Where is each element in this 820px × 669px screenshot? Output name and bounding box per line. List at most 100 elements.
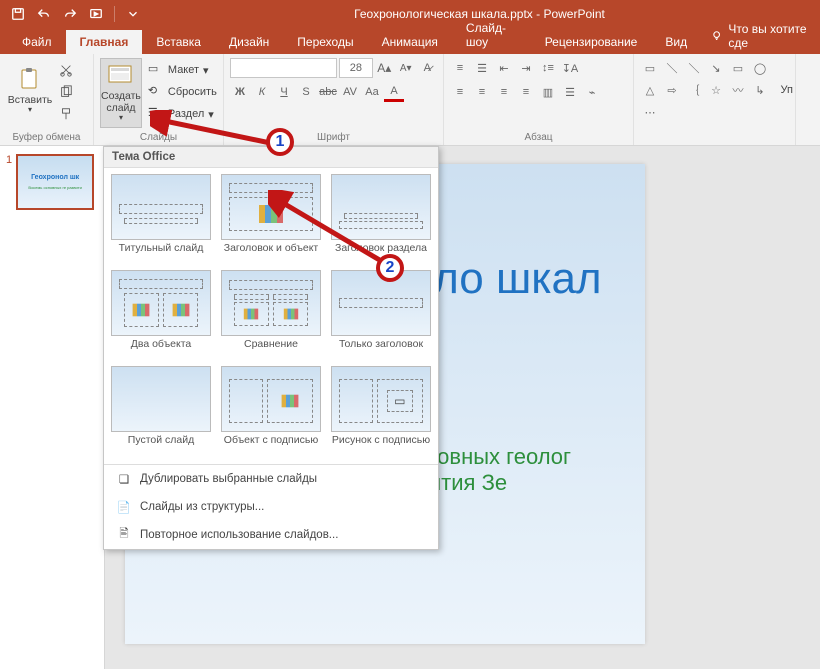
layout-title-and-content[interactable]: Заголовок и объект <box>218 174 324 266</box>
paste-button[interactable]: Вставить ▾ <box>6 58 54 124</box>
layout-picture-with-caption[interactable]: ▭ Рисунок с подписью <box>328 366 434 458</box>
columns-icon[interactable]: ▥ <box>538 82 558 102</box>
clear-formatting-icon[interactable]: A̷ <box>418 58 438 78</box>
align-right-icon[interactable]: ≡ <box>494 82 514 102</box>
group-font: 28 A▴ A▾ A̷ Ж К Ч S abc AV Aa A Шрифт <box>224 54 444 145</box>
justify-icon[interactable]: ≡ <box>516 82 536 102</box>
reuse-slides-item[interactable]: 🖹Повторное использование слайдов... <box>104 521 438 549</box>
section-button[interactable]: ☰Раздел▾ <box>144 104 221 124</box>
shape-brace-icon[interactable]: ｛ <box>684 80 704 100</box>
redo-icon[interactable] <box>58 3 82 25</box>
shape-triangle-icon[interactable]: △ <box>640 80 660 100</box>
ribbon: Вставить ▾ Буфер обмена Создать слайд ▾ … <box>0 54 820 146</box>
new-slide-icon <box>106 63 136 89</box>
tab-view[interactable]: Вид <box>651 30 701 54</box>
arrange-button[interactable]: Уп <box>781 84 793 96</box>
section-icon: ☰ <box>148 106 164 122</box>
tell-me-search[interactable]: Что вы хотите сде <box>701 22 820 54</box>
thumb-title: Геохронол шк <box>31 174 79 181</box>
qat-separator <box>114 6 115 22</box>
italic-button[interactable]: К <box>252 82 272 102</box>
slide-thumbnail-1[interactable]: 1 Геохронол шк Восемь основных ге развит… <box>6 154 98 210</box>
tab-animations[interactable]: Анимация <box>368 30 452 54</box>
title-bar: Геохронологическая шкала.pptx - PowerPoi… <box>0 0 820 28</box>
thumb-sub: Восемь основных ге развити <box>28 185 81 190</box>
increase-indent-icon[interactable]: ⇥ <box>516 58 536 78</box>
layout-blank[interactable]: Пустой слайд <box>108 366 214 458</box>
copy-icon[interactable] <box>56 82 76 102</box>
new-slide-button[interactable]: Создать слайд ▾ <box>100 58 142 128</box>
duplicate-slides-item[interactable]: ❏Дублировать выбранные слайды <box>104 465 438 493</box>
shape-rect2-icon[interactable]: ▭ <box>728 58 748 78</box>
shape-rect-icon[interactable]: ▭ <box>640 58 660 78</box>
layout-comparison[interactable]: Сравнение <box>218 270 324 362</box>
shape-arrow-icon[interactable]: ↘ <box>706 58 726 78</box>
save-icon[interactable] <box>6 3 30 25</box>
shape-line-icon[interactable]: ＼ <box>662 58 682 78</box>
quick-access-toolbar <box>6 3 145 25</box>
align-text-icon[interactable]: ☰ <box>560 82 580 102</box>
slide-number: 1 <box>6 154 12 210</box>
cut-icon[interactable] <box>56 60 76 80</box>
smartart-icon[interactable]: ⌁ <box>582 82 602 102</box>
shape-connector-icon[interactable]: ↳ <box>750 80 770 100</box>
numbering-icon[interactable]: ☰ <box>472 58 492 78</box>
tab-transitions[interactable]: Переходы <box>283 30 367 54</box>
group-clipboard: Вставить ▾ Буфер обмена <box>0 54 94 145</box>
bold-button[interactable]: Ж <box>230 82 250 102</box>
slides-group-label: Слайды <box>94 132 223 143</box>
font-size-combo[interactable]: 28 <box>339 58 372 78</box>
tab-review[interactable]: Рецензирование <box>531 30 652 54</box>
reset-button[interactable]: ⟲Сбросить <box>144 82 221 102</box>
start-from-beginning-icon[interactable] <box>84 3 108 25</box>
decrease-indent-icon[interactable]: ⇤ <box>494 58 514 78</box>
font-name-combo[interactable] <box>230 58 337 78</box>
layout-section-header[interactable]: Заголовок раздела <box>328 174 434 266</box>
shape-curve-icon[interactable]: 〰 <box>728 80 748 100</box>
lightbulb-icon <box>711 29 722 43</box>
line-spacing-icon[interactable]: ↕≡ <box>538 58 558 78</box>
char-spacing-icon[interactable]: AV <box>340 82 360 102</box>
grow-font-icon[interactable]: A▴ <box>375 58 395 78</box>
paste-icon <box>15 67 45 93</box>
shape-line2-icon[interactable]: ＼ <box>684 58 704 78</box>
ribbon-tabs: Файл Главная Вставка Дизайн Переходы Ани… <box>0 28 820 54</box>
layout-title-slide[interactable]: Титульный слайд <box>108 174 214 266</box>
group-slides: Создать слайд ▾ ▭Макет▾ ⟲Сбросить ☰Разде… <box>94 54 224 145</box>
tab-design[interactable]: Дизайн <box>215 30 283 54</box>
shape-more-icon[interactable]: ⋯ <box>640 102 660 122</box>
shadow-button[interactable]: S <box>296 82 316 102</box>
align-center-icon[interactable]: ≡ <box>472 82 492 102</box>
align-left-icon[interactable]: ≡ <box>450 82 470 102</box>
callout-1: 1 <box>266 128 294 156</box>
undo-icon[interactable] <box>32 3 56 25</box>
shape-arrow2-icon[interactable]: ⇨ <box>662 80 682 100</box>
tab-file[interactable]: Файл <box>8 30 66 54</box>
tab-insert[interactable]: Вставка <box>142 30 215 54</box>
slides-from-outline-item[interactable]: 📄Слайды из структуры... <box>104 493 438 521</box>
tab-slideshow[interactable]: Слайд-шоу <box>452 16 531 54</box>
tell-me-text: Что вы хотите сде <box>728 22 810 50</box>
tab-home[interactable]: Главная <box>66 30 143 54</box>
gallery-footer: ❏Дублировать выбранные слайды 📄Слайды из… <box>104 464 438 549</box>
bullets-icon[interactable]: ≡ <box>450 58 470 78</box>
reuse-icon: 🖹 <box>116 527 132 543</box>
callout-2: 2 <box>376 254 404 282</box>
shape-star-icon[interactable]: ☆ <box>706 80 726 100</box>
group-drawing: ▭ ＼ ＼ ↘ ▭ ◯ △ ⇨ ｛ ☆ 〰 ↳ ⋯ Уп <box>634 54 796 145</box>
underline-button[interactable]: Ч <box>274 82 294 102</box>
font-color-icon[interactable]: A <box>384 82 404 102</box>
paragraph-group-label: Абзац <box>444 132 633 143</box>
strikethrough-button[interactable]: abc <box>318 82 338 102</box>
layout-button[interactable]: ▭Макет▾ <box>144 60 221 80</box>
shrink-font-icon[interactable]: A▾ <box>396 58 416 78</box>
qat-customize-icon[interactable] <box>121 3 145 25</box>
layout-title-only[interactable]: Только заголовок <box>328 270 434 362</box>
format-painter-icon[interactable] <box>56 104 76 124</box>
layout-content-with-caption[interactable]: Объект с подписью <box>218 366 324 458</box>
change-case-icon[interactable]: Aa <box>362 82 382 102</box>
text-direction-icon[interactable]: ↧A <box>560 58 580 78</box>
layout-icon: ▭ <box>148 62 164 78</box>
shape-oval-icon[interactable]: ◯ <box>750 58 770 78</box>
layout-two-content[interactable]: Два объекта <box>108 270 214 362</box>
